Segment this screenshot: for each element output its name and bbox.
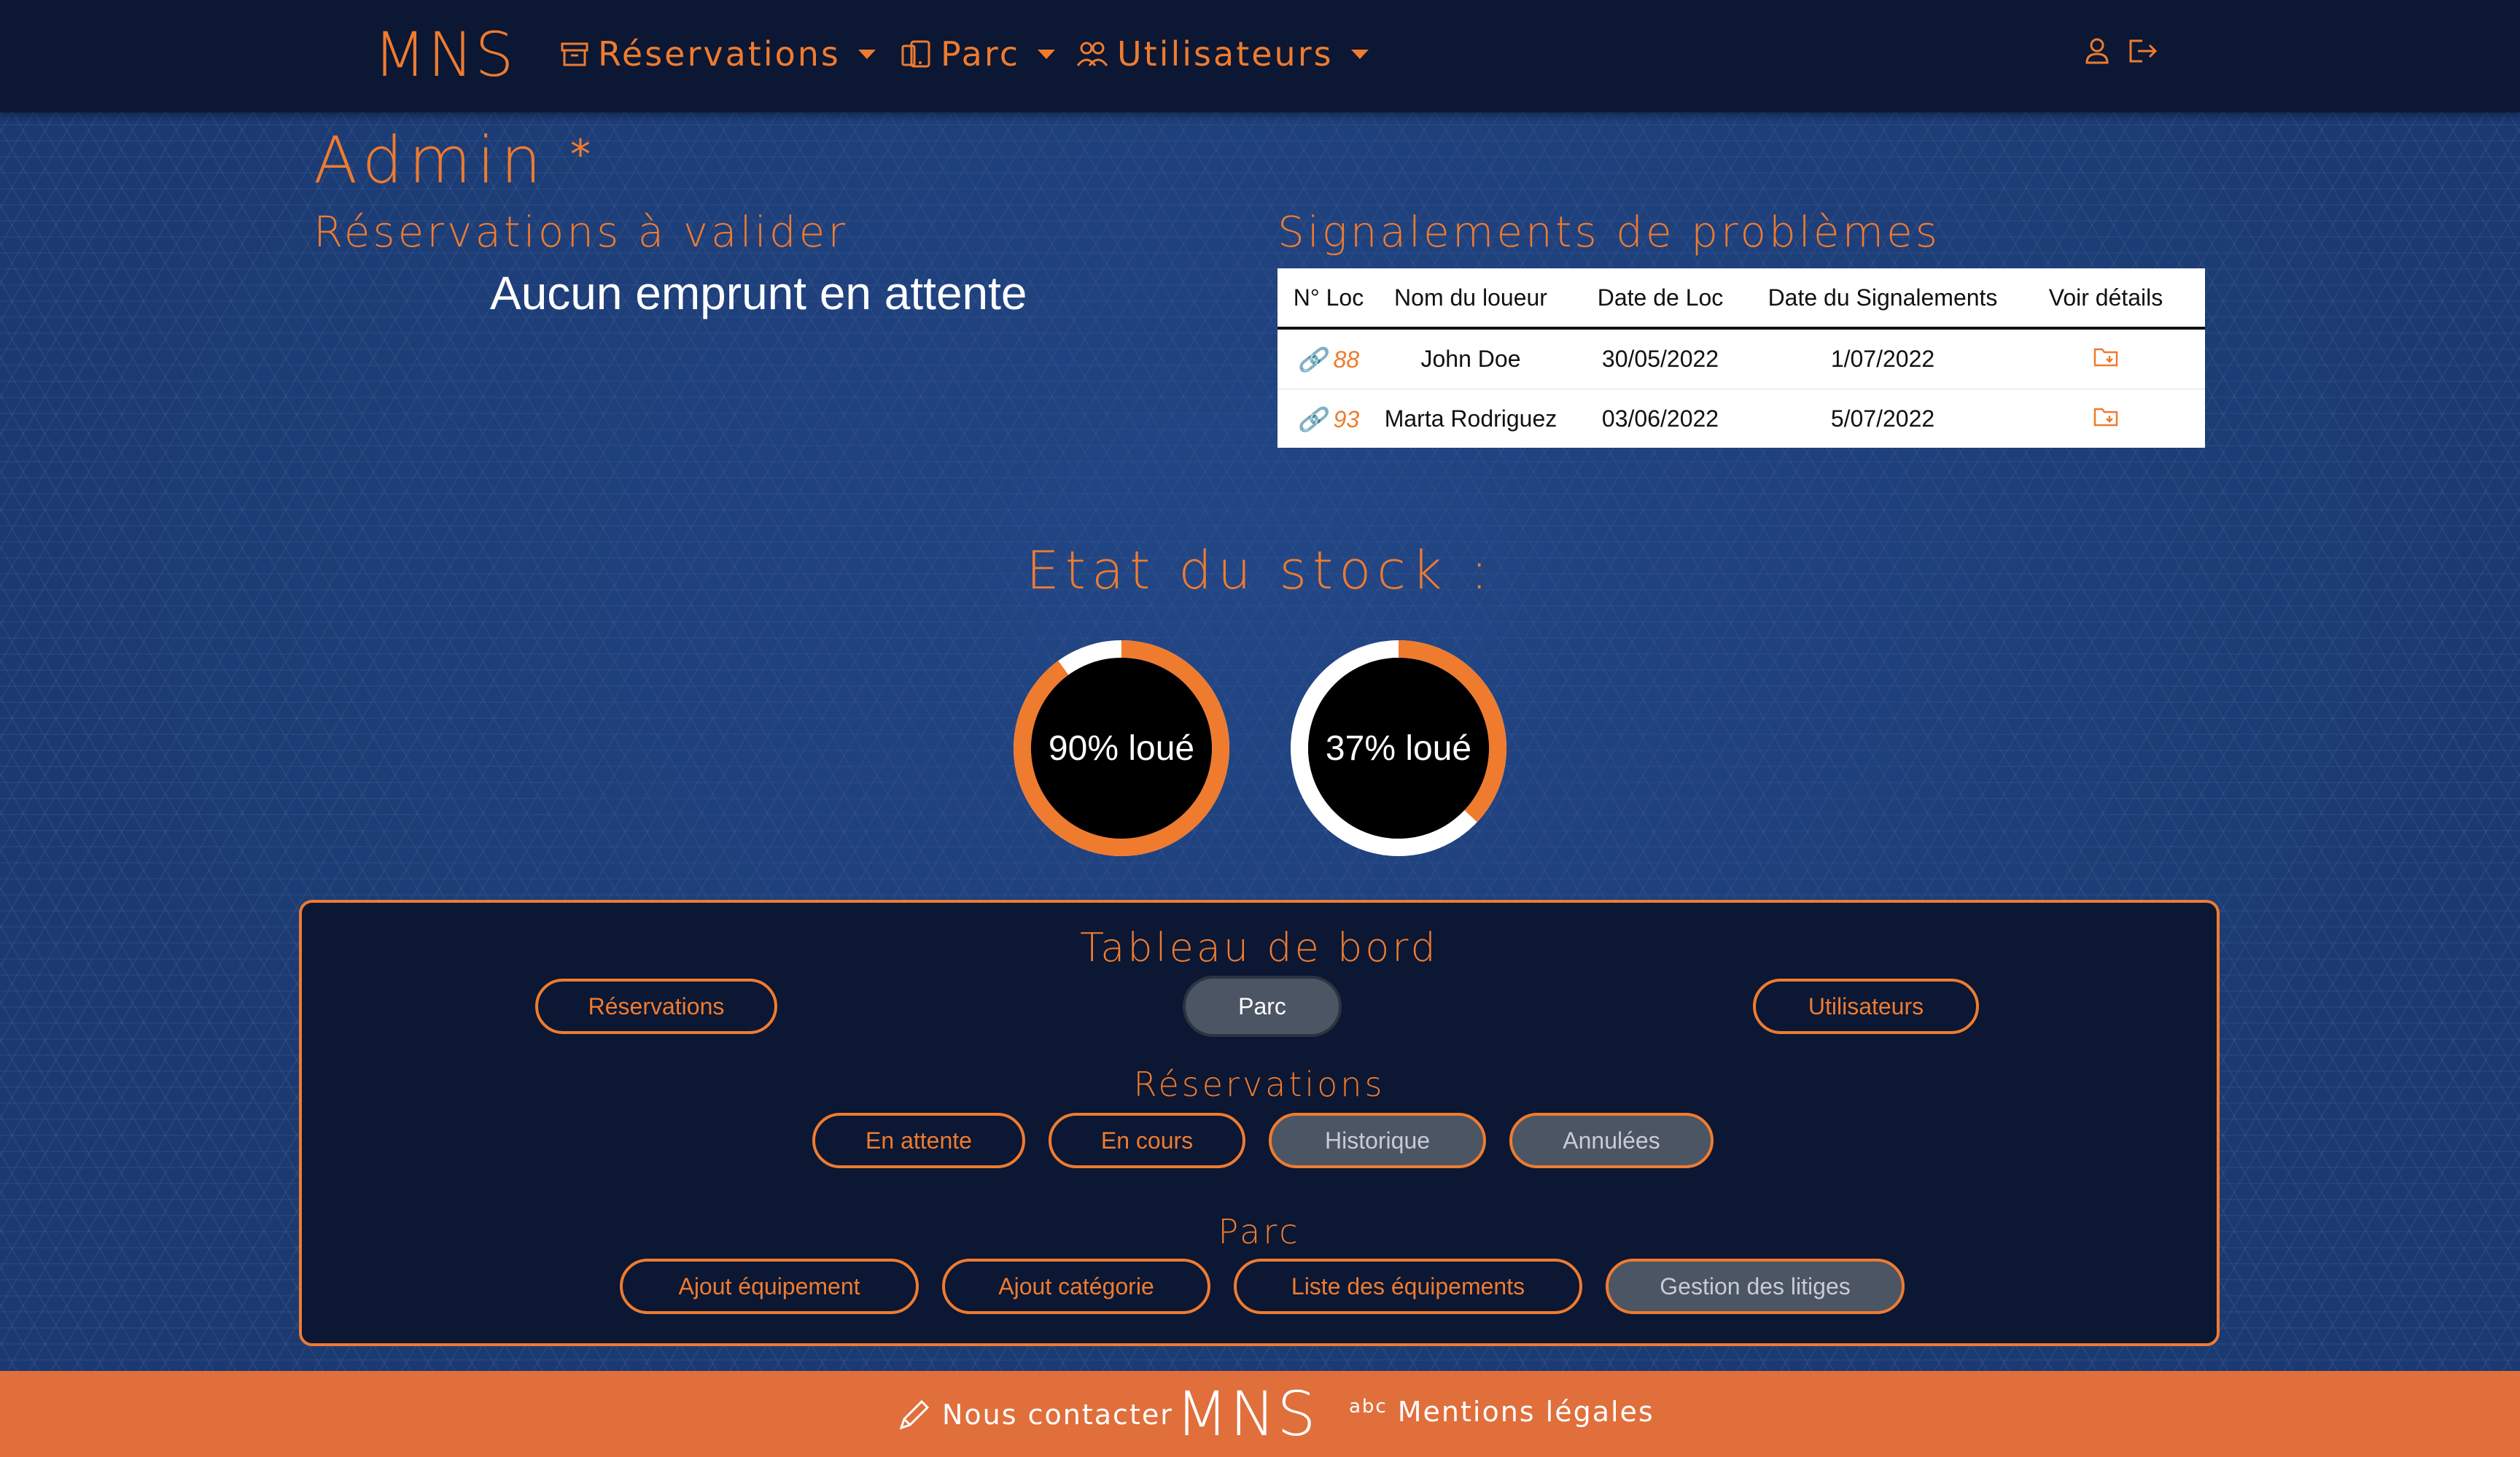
- filter-annulees-button[interactable]: Annulées: [1509, 1113, 1714, 1168]
- renter-name: John Doe: [1420, 346, 1521, 372]
- renter-name: Marta Rodriguez: [1384, 405, 1558, 432]
- user-icon[interactable]: [2084, 36, 2110, 66]
- col-header-details: Voir détails: [2048, 284, 2163, 311]
- archive-icon: [561, 42, 588, 66]
- empty-pending-message: Aucun emprunt en attente: [490, 267, 1027, 319]
- add-equipment-button[interactable]: Ajout équipement: [620, 1259, 919, 1314]
- nav-reservations-label: Réservations: [598, 34, 841, 74]
- page-title: Admin: [314, 123, 548, 198]
- gauge-label: 37% loué: [1325, 728, 1472, 768]
- stock-title: Etat du stock :: [1026, 540, 1494, 601]
- tab-parc[interactable]: Parc: [1186, 979, 1339, 1034]
- dashboard-panel: Tableau de bord Réservations Parc Utilis…: [299, 900, 2220, 1346]
- details-button[interactable]: [2007, 405, 2205, 432]
- loc-date: 30/05/2022: [1601, 346, 1719, 372]
- nav-parc[interactable]: Parc: [901, 32, 1056, 76]
- nav-parc-label: Parc: [941, 34, 1021, 74]
- contact-link[interactable]: Nous contacter: [895, 1396, 1173, 1434]
- issues-title: Signalements de problèmes: [1278, 207, 1940, 257]
- contact-label: Nous contacter: [942, 1399, 1173, 1431]
- link-icon: 🔗: [1297, 346, 1327, 373]
- legal-label: Mentions légales: [1397, 1396, 1654, 1428]
- chevron-down-icon: [1350, 49, 1369, 59]
- filter-en-cours-button[interactable]: En cours: [1049, 1113, 1245, 1168]
- table-row: 🔗 93 Marta Rodriguez 03/06/2022 5/07/202…: [1278, 389, 2205, 448]
- col-header-report-date: Date du Signalements: [1768, 284, 1998, 311]
- loc-number: 88: [1333, 346, 1360, 373]
- tab-reservations[interactable]: Réservations: [535, 979, 777, 1034]
- svg-text:MNS: MNS: [373, 20, 516, 90]
- loc-link[interactable]: 🔗 88: [1278, 346, 1380, 373]
- report-date: 5/07/2022: [1830, 405, 1935, 432]
- users-icon: [1076, 42, 1108, 66]
- devices-icon: [901, 40, 930, 68]
- pencil-icon: [899, 1399, 930, 1430]
- disputes-management-button[interactable]: Gestion des litiges: [1606, 1259, 1905, 1314]
- stock-gauge: 37% loué: [1289, 639, 1508, 858]
- loc-link[interactable]: 🔗 93: [1278, 405, 1380, 433]
- equipment-list-button[interactable]: Liste des équipements: [1234, 1259, 1582, 1314]
- loc-number: 93: [1333, 405, 1360, 432]
- details-button[interactable]: [2007, 346, 2205, 373]
- reservations-heading: Réservations: [1133, 1065, 1385, 1104]
- nav-reservations[interactable]: Réservations: [560, 32, 876, 76]
- report-date: 1/07/2022: [1830, 346, 1935, 372]
- col-header-name: Nom du loueur: [1394, 284, 1547, 311]
- mns-logo[interactable]: MNS: [373, 20, 535, 93]
- tab-utilisateurs[interactable]: Utilisateurs: [1753, 979, 1979, 1034]
- chevron-down-icon: [1038, 49, 1056, 59]
- table-row: 🔗 88 John Doe 30/05/2022 1/07/2022: [1278, 330, 2205, 389]
- stock-gauge: 90% loué: [1012, 639, 1231, 858]
- nav-utilisateurs-label: Utilisateurs: [1117, 34, 1334, 74]
- pending-reservations-title: Réservations à valider: [314, 207, 849, 257]
- dashboard-title: Tableau de bord: [1080, 925, 1439, 971]
- loc-date: 03/06/2022: [1601, 405, 1719, 432]
- nav-utilisateurs[interactable]: Utilisateurs: [1076, 32, 1369, 76]
- col-header-loc-date: Date de Loc: [1597, 284, 1724, 311]
- title-marker: *: [570, 131, 591, 179]
- svg-text:MNS: MNS: [1175, 1381, 1318, 1447]
- legal-link[interactable]: abc Mentions légales: [1349, 1396, 1654, 1428]
- add-category-button[interactable]: Ajout catégorie: [942, 1259, 1210, 1314]
- footer: Nous contacter MNS abc Mentions légales: [0, 1371, 2520, 1457]
- table-header-row: N° Loc Nom du loueur Date de Loc Date du…: [1278, 268, 2205, 330]
- col-header-loc: N° Loc: [1293, 284, 1364, 311]
- link-icon: 🔗: [1297, 405, 1327, 432]
- parc-heading: Parc: [1218, 1212, 1301, 1251]
- logout-icon[interactable]: [2126, 36, 2160, 66]
- footer-logo: MNS: [1175, 1381, 1318, 1447]
- issues-table: N° Loc Nom du loueur Date de Loc Date du…: [1278, 268, 2205, 448]
- chevron-down-icon: [858, 49, 876, 59]
- filter-historique-button[interactable]: Historique: [1269, 1113, 1486, 1168]
- gauge-label: 90% loué: [1048, 728, 1195, 768]
- folder-icon: [2093, 348, 2118, 367]
- abc-icon: abc: [1349, 1396, 1388, 1418]
- filter-en-attente-button[interactable]: En attente: [812, 1113, 1025, 1168]
- folder-icon: [2093, 408, 2118, 427]
- top-navbar: MNS Réservations Parc Utilisateurs: [0, 0, 2520, 112]
